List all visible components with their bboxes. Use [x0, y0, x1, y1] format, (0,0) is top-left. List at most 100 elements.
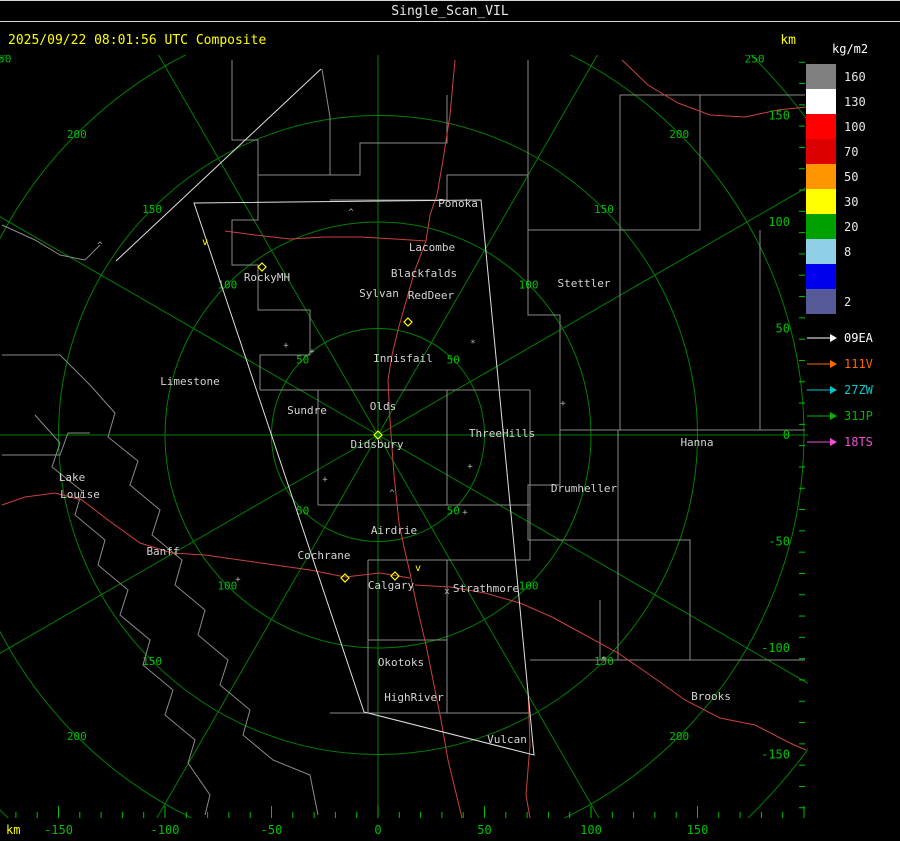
scale-row: 8	[806, 239, 898, 264]
town-mark: ^	[348, 208, 354, 218]
city-label: Banff	[146, 545, 179, 558]
county-boundary	[367, 559, 448, 641]
y-axis-label: 150	[768, 109, 790, 123]
scale-row: 160	[806, 64, 898, 89]
range-label: 250	[745, 55, 765, 65]
site-arrow-icon	[807, 360, 837, 368]
city-label: HighRiver	[384, 691, 444, 704]
scan-timestamp: 2025/09/22 08:01:56 UTC Composite	[8, 33, 267, 48]
city-label: Calgary	[368, 579, 415, 592]
wind-marker: v	[415, 563, 421, 574]
scale-value: 100	[844, 119, 866, 134]
y-axis-label: -50	[768, 535, 790, 549]
highway	[1, 492, 411, 579]
scale-swatch	[806, 264, 836, 289]
county-boundary	[89, 384, 319, 816]
town-mark: +	[467, 462, 473, 472]
city-label: Airdrie	[371, 524, 417, 537]
city-label: Limestone	[160, 375, 220, 388]
scale-swatch	[806, 64, 836, 89]
range-label: 50	[447, 504, 460, 517]
county-boundary	[231, 60, 331, 176]
city-label: Innisfail	[373, 352, 433, 365]
scale-value: 2	[844, 294, 852, 309]
window-title: Single_Scan_VIL	[391, 3, 509, 19]
range-label: 150	[142, 203, 162, 216]
scale-swatch	[806, 214, 836, 239]
site-arrow-icon	[807, 386, 837, 394]
site-arrow-icon	[807, 334, 837, 342]
county-boundary	[330, 174, 528, 201]
city-label: RedDeer	[408, 289, 455, 302]
title-bar: Single_Scan_VIL	[0, 0, 900, 22]
scale-swatch	[806, 289, 836, 314]
city-label: Blackfalds	[391, 267, 457, 280]
city-label: Didsbury	[351, 438, 404, 451]
city-label: Ponoka	[438, 197, 478, 210]
range-label: 100	[519, 278, 539, 291]
station-marker	[403, 317, 413, 327]
scale-value: 70	[844, 144, 859, 159]
county-boundary	[617, 539, 691, 661]
range-label: 200	[669, 730, 689, 743]
county-boundary	[2, 354, 91, 386]
city-label: Cochrane	[298, 549, 351, 562]
scale-row: 50	[806, 164, 898, 189]
city-label: Lacombe	[409, 241, 455, 254]
range-label: 250	[0, 55, 11, 65]
site-id: 111V	[844, 357, 873, 371]
town-mark: +	[235, 575, 241, 585]
y-axis-label: 0	[783, 428, 790, 442]
y-axis-label: 100	[768, 215, 790, 229]
scale-row: 100	[806, 114, 898, 139]
town-mark: *	[470, 339, 475, 349]
site-id: 09EA	[844, 331, 873, 345]
station-marker	[340, 573, 350, 583]
county-boundary	[330, 95, 448, 176]
city-label: Sundre	[287, 404, 327, 417]
site-id: 31JP	[844, 409, 873, 423]
county-boundary	[527, 60, 701, 231]
range-label: 200	[669, 128, 689, 141]
site-row: 18TS	[806, 429, 898, 455]
town-mark: x	[444, 587, 450, 597]
city-label: Brooks	[691, 690, 731, 703]
town-mark: +	[322, 475, 328, 485]
range-label: 150	[594, 203, 614, 216]
city-label: RockyMH	[244, 271, 290, 284]
scale-row	[806, 264, 898, 289]
scale-swatch	[806, 89, 836, 114]
scale-swatch	[806, 239, 836, 264]
scale-row: 130	[806, 89, 898, 114]
radial-line	[377, 434, 808, 684]
site-row: 27ZW	[806, 377, 898, 403]
town-mark: +	[283, 341, 289, 351]
range-label: 50	[447, 354, 460, 367]
station-marker	[257, 262, 267, 272]
scale-swatch	[806, 139, 836, 164]
legend-unit-label: kg/m2	[832, 42, 869, 56]
city-label: Louise	[60, 488, 100, 501]
radar-map-display[interactable]: 505050 50100100100 100150150150 15020020020…	[0, 55, 808, 818]
town-mark: +	[601, 654, 607, 664]
city-label: ThreeHills	[469, 427, 535, 440]
city-label: Lake	[59, 471, 86, 484]
city-label: Stettler	[558, 277, 611, 290]
site-id: 27ZW	[844, 383, 873, 397]
scale-row: 30	[806, 189, 898, 214]
radar-site-list: 09EA 111V 27ZW 31JP 18TS	[806, 325, 898, 455]
range-label: 200	[67, 128, 87, 141]
site-row: 31JP	[806, 403, 898, 429]
y-axis-unit-label: km	[780, 33, 796, 48]
radial-line	[156, 434, 379, 818]
scale-swatch	[806, 189, 836, 214]
x-axis-label: -100	[150, 823, 180, 837]
x-axis: km -150 -100 -50 0 50 100 150	[0, 821, 806, 841]
scale-row: 2	[806, 289, 898, 314]
highway	[224, 230, 427, 242]
scale-row: 20	[806, 214, 898, 239]
x-axis-label: -150	[44, 823, 73, 837]
site-row: 111V	[806, 351, 898, 377]
scale-swatch	[806, 164, 836, 189]
county-boundary	[2, 432, 90, 456]
